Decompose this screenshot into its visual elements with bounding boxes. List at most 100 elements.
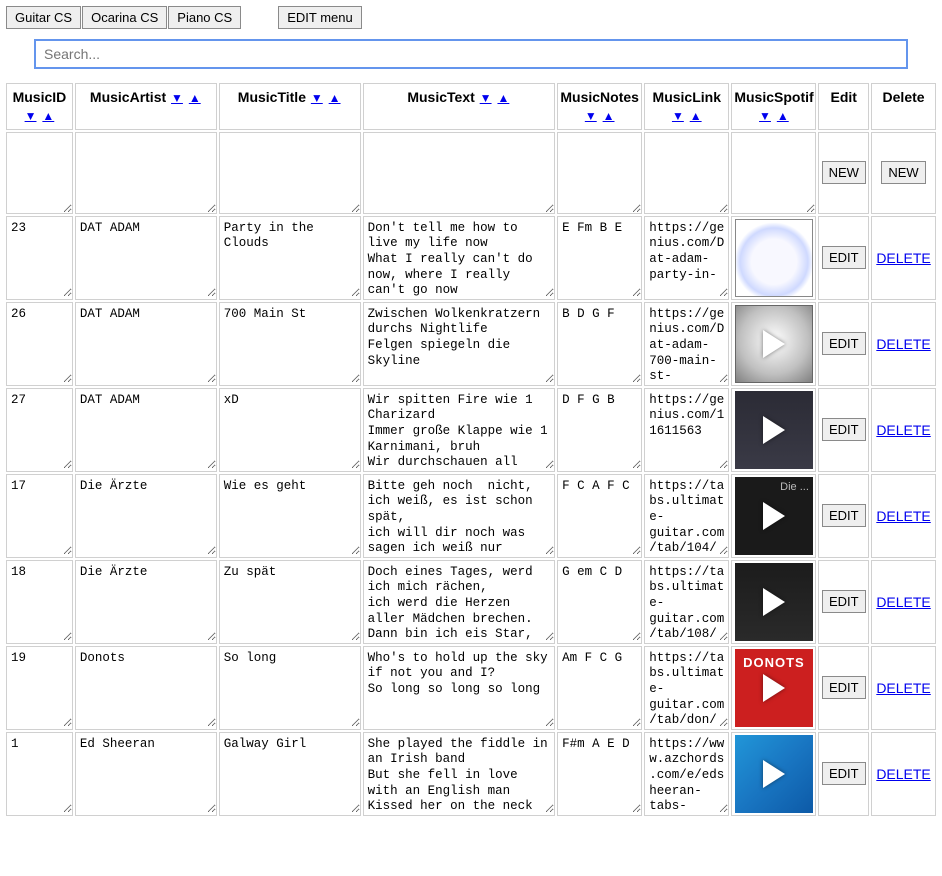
edit-button[interactable]: EDIT [822, 676, 866, 699]
cell-text[interactable] [364, 561, 555, 641]
cell-artist[interactable] [76, 647, 216, 727]
music-table: MusicID ▼ ▲ MusicArtist ▼ ▲ MusicTitle ▼… [4, 81, 938, 818]
spotify-thumbnail[interactable] [735, 563, 813, 641]
cell-title[interactable] [220, 475, 360, 555]
cell-id[interactable] [7, 389, 72, 469]
delete-link[interactable]: DELETE [876, 250, 930, 266]
col-header-id: MusicID ▼ ▲ [6, 83, 73, 130]
cell-title[interactable] [220, 389, 360, 469]
header-row: MusicID ▼ ▲ MusicArtist ▼ ▲ MusicTitle ▼… [6, 83, 936, 130]
cell-artist[interactable] [76, 389, 216, 469]
cell-artist[interactable] [76, 303, 216, 383]
cell-link[interactable] [645, 561, 728, 641]
cell-text[interactable] [364, 303, 555, 383]
table-row: EDIT DELETE [6, 216, 936, 300]
sort-up-icon[interactable]: ▲ [690, 109, 702, 123]
edit-menu-button[interactable]: EDIT menu [278, 6, 362, 29]
cell-input[interactable] [7, 133, 72, 213]
cell-link[interactable] [645, 389, 728, 469]
cell-artist[interactable] [76, 475, 216, 555]
cell-artist[interactable] [76, 217, 216, 297]
cell-text[interactable] [364, 389, 555, 469]
sort-up-icon[interactable]: ▲ [497, 91, 509, 105]
piano-cs-button[interactable]: Piano CS [168, 6, 241, 29]
sort-up-icon[interactable]: ▲ [329, 91, 341, 105]
sort-up-icon[interactable]: ▲ [603, 109, 615, 123]
cell-input[interactable] [220, 133, 360, 213]
cell-notes[interactable] [558, 303, 641, 383]
sort-down-icon[interactable]: ▼ [480, 91, 492, 105]
cell-input[interactable] [732, 133, 815, 213]
delete-link[interactable]: DELETE [876, 508, 930, 524]
cell-artist[interactable] [76, 733, 216, 813]
spotify-thumbnail[interactable] [735, 219, 813, 297]
cell-input[interactable] [645, 133, 728, 213]
cell-text[interactable] [364, 217, 555, 297]
edit-button[interactable]: EDIT [822, 504, 866, 527]
cell-link[interactable] [645, 475, 728, 555]
cell-id[interactable] [7, 733, 72, 813]
sort-up-icon[interactable]: ▲ [42, 109, 54, 123]
col-header-edit: Edit [818, 83, 869, 130]
edit-button[interactable]: EDIT [822, 246, 866, 269]
delete-link[interactable]: DELETE [876, 336, 930, 352]
cell-notes[interactable] [558, 475, 641, 555]
spotify-thumbnail[interactable] [735, 735, 813, 813]
guitar-cs-button[interactable]: Guitar CS [6, 6, 81, 29]
edit-button[interactable]: EDIT [822, 332, 866, 355]
delete-link[interactable]: DELETE [876, 680, 930, 696]
sort-down-icon[interactable]: ▼ [759, 109, 771, 123]
cell-id[interactable] [7, 561, 72, 641]
cell-id[interactable] [7, 647, 72, 727]
cell-link[interactable] [645, 733, 728, 813]
delete-link[interactable]: DELETE [876, 422, 930, 438]
play-icon [763, 502, 785, 530]
cell-id[interactable] [7, 303, 72, 383]
edit-button[interactable]: EDIT [822, 590, 866, 613]
cell-notes[interactable] [558, 733, 641, 813]
sort-up-icon[interactable]: ▲ [777, 109, 789, 123]
cell-title[interactable] [220, 733, 360, 813]
sort-down-icon[interactable]: ▼ [585, 109, 597, 123]
cell-text[interactable] [364, 475, 555, 555]
sort-down-icon[interactable]: ▼ [25, 109, 37, 123]
cell-title[interactable] [220, 561, 360, 641]
col-header-text: MusicText ▼ ▲ [363, 83, 556, 130]
edit-button[interactable]: EDIT [822, 762, 866, 785]
spotify-thumbnail[interactable] [735, 391, 813, 469]
cell-input[interactable] [76, 133, 216, 213]
cell-title[interactable] [220, 647, 360, 727]
cell-link[interactable] [645, 647, 728, 727]
sort-down-icon[interactable]: ▼ [672, 109, 684, 123]
cell-notes[interactable] [558, 561, 641, 641]
spotify-thumbnail[interactable]: Die ... [735, 477, 813, 555]
edit-button[interactable]: EDIT [822, 418, 866, 441]
cell-text[interactable] [364, 733, 555, 813]
sort-down-icon[interactable]: ▼ [171, 91, 183, 105]
spotify-thumbnail[interactable] [735, 305, 813, 383]
cell-title[interactable] [220, 217, 360, 297]
cell-notes[interactable] [558, 217, 641, 297]
spotify-thumbnail[interactable]: DONOTS [735, 649, 813, 727]
cell-link[interactable] [645, 217, 728, 297]
sort-down-icon[interactable]: ▼ [311, 91, 323, 105]
cell-input[interactable] [558, 133, 641, 213]
ocarina-cs-button[interactable]: Ocarina CS [82, 6, 167, 29]
table-row: EDIT DELETE [6, 732, 936, 816]
cell-artist[interactable] [76, 561, 216, 641]
cell-notes[interactable] [558, 647, 641, 727]
cell-id[interactable] [7, 475, 72, 555]
play-icon [763, 416, 785, 444]
search-input[interactable] [34, 39, 908, 69]
cell-id[interactable] [7, 217, 72, 297]
new-button[interactable]: NEW [822, 161, 866, 184]
cell-text[interactable] [364, 647, 555, 727]
new-button[interactable]: NEW [881, 161, 925, 184]
sort-up-icon[interactable]: ▲ [189, 91, 201, 105]
delete-link[interactable]: DELETE [876, 766, 930, 782]
cell-title[interactable] [220, 303, 360, 383]
delete-link[interactable]: DELETE [876, 594, 930, 610]
cell-link[interactable] [645, 303, 728, 383]
cell-notes[interactable] [558, 389, 641, 469]
cell-input[interactable] [364, 133, 555, 213]
